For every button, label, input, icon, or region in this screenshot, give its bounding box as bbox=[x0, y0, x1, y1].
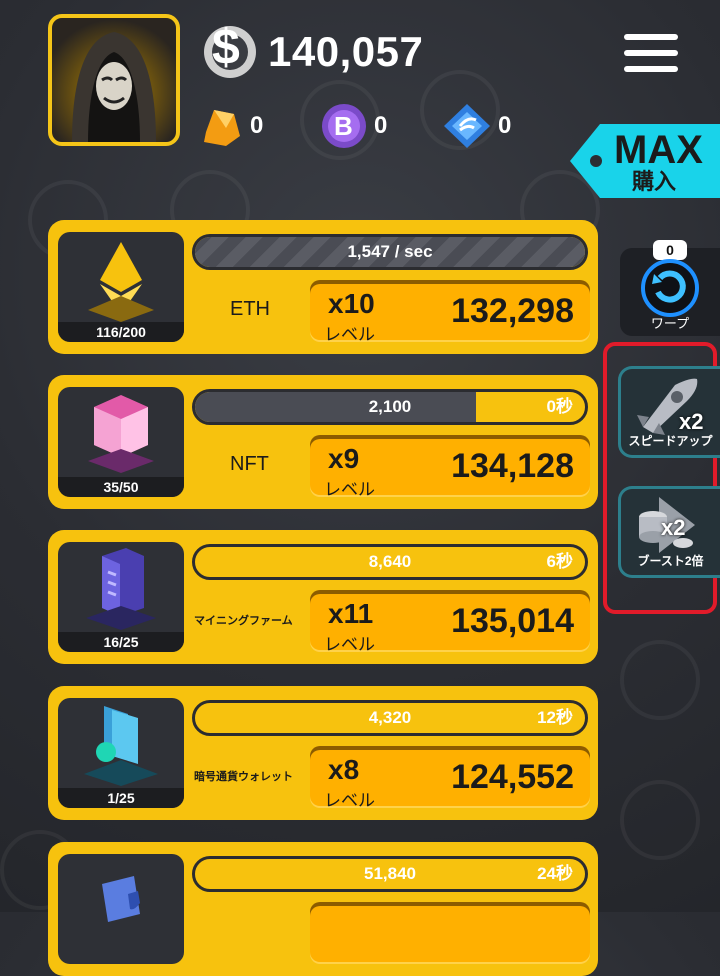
background-coin-pattern bbox=[620, 640, 700, 720]
crypto-wallet-income-amount: 4,320 bbox=[368, 708, 412, 727]
warp-label: ワープ bbox=[650, 316, 690, 331]
max-buy-tag-button[interactable]: MAX 購入 bbox=[570, 120, 720, 202]
nft-upgrade-card: 35/50 2,100 0秒 NFT x9 レベル 134,128 bbox=[48, 375, 598, 509]
buy-label: 購入 bbox=[632, 169, 677, 194]
nft-income-bar: 2,100 0秒 bbox=[192, 389, 588, 425]
mining-farm-income-amount: 8,640 bbox=[368, 552, 412, 571]
menu-line bbox=[624, 66, 678, 72]
resource-bitcoin: B 0 bbox=[320, 102, 387, 150]
crypto-wallet-buy-button[interactable]: x8 レベル 124,552 bbox=[310, 746, 590, 810]
eth-count: 116/200 bbox=[58, 322, 184, 342]
boost-multiplier-badge: x2 bbox=[661, 515, 686, 540]
player-avatar[interactable] bbox=[48, 14, 180, 146]
speed-up-label: スピードアップ bbox=[628, 434, 713, 448]
speed-up-button[interactable]: x2 スピードアップ bbox=[618, 366, 720, 458]
resource-token: 0 bbox=[442, 102, 511, 150]
mining-farm-multiplier: x11 bbox=[328, 598, 374, 629]
nft-thumbnail: 35/50 bbox=[58, 387, 184, 497]
nft-name: NFT bbox=[230, 453, 269, 475]
mining-farm-timer: 6秒 bbox=[546, 552, 573, 571]
eth-buy-button[interactable]: x10 レベル 132,298 bbox=[310, 280, 590, 344]
hooded-figure-icon bbox=[72, 32, 156, 142]
ore-count: 0 bbox=[250, 112, 264, 139]
ore-gem-icon bbox=[204, 110, 240, 146]
money-balance: 140,057 bbox=[268, 28, 424, 75]
dollar-coin-icon: $ bbox=[204, 19, 256, 78]
crypto-wallet-timer: 12秒 bbox=[537, 708, 573, 727]
mining-farm-name: マイニングファーム bbox=[194, 615, 293, 627]
eth-upgrade-card: 116/200 1,547 / sec ETH x10 レベル 132,298 bbox=[48, 220, 598, 354]
warp-count-badge: 0 bbox=[653, 240, 687, 260]
eth-multiplier: x10 bbox=[328, 288, 375, 319]
svg-text:$: $ bbox=[212, 19, 240, 75]
nft-multiplier: x9 bbox=[328, 443, 360, 474]
next-upgrade-card: 51,840 24秒 bbox=[48, 842, 598, 976]
wallet-icon bbox=[84, 706, 158, 786]
bitcoin-count: 0 bbox=[374, 112, 388, 139]
nft-cost: 134,128 bbox=[451, 447, 574, 485]
next-income-amount: 51,840 bbox=[364, 864, 416, 883]
next-income-bar: 51,840 24秒 bbox=[192, 856, 588, 892]
menu-line bbox=[624, 34, 678, 40]
warp-clock-icon bbox=[641, 259, 699, 317]
svg-text:B: B bbox=[334, 111, 353, 141]
hamburger-menu-button[interactable] bbox=[624, 34, 678, 74]
mining-farm-cost: 135,014 bbox=[451, 602, 574, 640]
nft-income-amount: 2,100 bbox=[368, 397, 412, 416]
next-timer: 24秒 bbox=[537, 864, 573, 883]
blue-token-icon bbox=[444, 104, 490, 148]
warp-button[interactable]: 0 ワープ bbox=[620, 240, 720, 336]
background-coin-pattern bbox=[620, 780, 700, 860]
mining-farm-thumbnail: 16/25 bbox=[58, 542, 184, 652]
crypto-wallet-income-bar: 4,320 12秒 bbox=[192, 700, 588, 736]
token-count: 0 bbox=[498, 112, 512, 139]
crypto-wallet-level-label: レベル bbox=[324, 791, 375, 810]
bitcoin-coin-icon: B bbox=[322, 104, 366, 148]
crypto-wallet-cost: 124,552 bbox=[451, 758, 574, 796]
next-thumbnail bbox=[58, 854, 184, 964]
eth-cost: 132,298 bbox=[451, 292, 574, 330]
mining-farm-upgrade-card: 16/25 8,640 6秒 マイニングファーム x11 レベル 135,014 bbox=[48, 530, 598, 664]
next-buy-button[interactable] bbox=[310, 902, 590, 964]
crypto-wallet-thumbnail: 1/25 bbox=[58, 698, 184, 808]
mining-farm-income-bar: 8,640 6秒 bbox=[192, 544, 588, 580]
crypto-wallet-count: 1/25 bbox=[58, 788, 184, 808]
resource-ore: 0 bbox=[196, 102, 263, 150]
boost-double-button[interactable]: x2 ブースト2倍 bbox=[618, 486, 720, 578]
crypto-wallet-upgrade-card: 1/25 4,320 12秒 暗号通貨ウォレット x8 レベル 124,552 bbox=[48, 686, 598, 820]
nft-buy-button[interactable]: x9 レベル 134,128 bbox=[310, 435, 590, 499]
crypto-wallet-multiplier: x8 bbox=[328, 754, 360, 785]
mining-farm-level-label: レベル bbox=[324, 635, 375, 654]
eth-name: ETH bbox=[230, 298, 270, 320]
mining-farm-buy-button[interactable]: x11 レベル 135,014 bbox=[310, 590, 590, 654]
nft-level-label: レベル bbox=[324, 480, 375, 499]
crypto-wallet-name: 暗号通貨ウォレット bbox=[194, 771, 293, 783]
eth-income-rate: 1,547 / sec bbox=[347, 242, 433, 261]
eth-level-label: レベル bbox=[324, 325, 375, 344]
ethereum-crystal-icon bbox=[88, 242, 154, 322]
server-rack-icon bbox=[86, 548, 156, 630]
nft-timer: 0秒 bbox=[546, 397, 573, 416]
document-shield-icon bbox=[102, 876, 140, 922]
nft-count: 35/50 bbox=[58, 477, 184, 497]
menu-line bbox=[624, 50, 678, 56]
boost-label: ブースト2倍 bbox=[637, 554, 704, 568]
nft-cube-icon bbox=[88, 395, 154, 473]
mining-farm-count: 16/25 bbox=[58, 632, 184, 652]
eth-thumbnail: 116/200 bbox=[58, 232, 184, 342]
eth-income-bar: 1,547 / sec bbox=[192, 234, 588, 270]
